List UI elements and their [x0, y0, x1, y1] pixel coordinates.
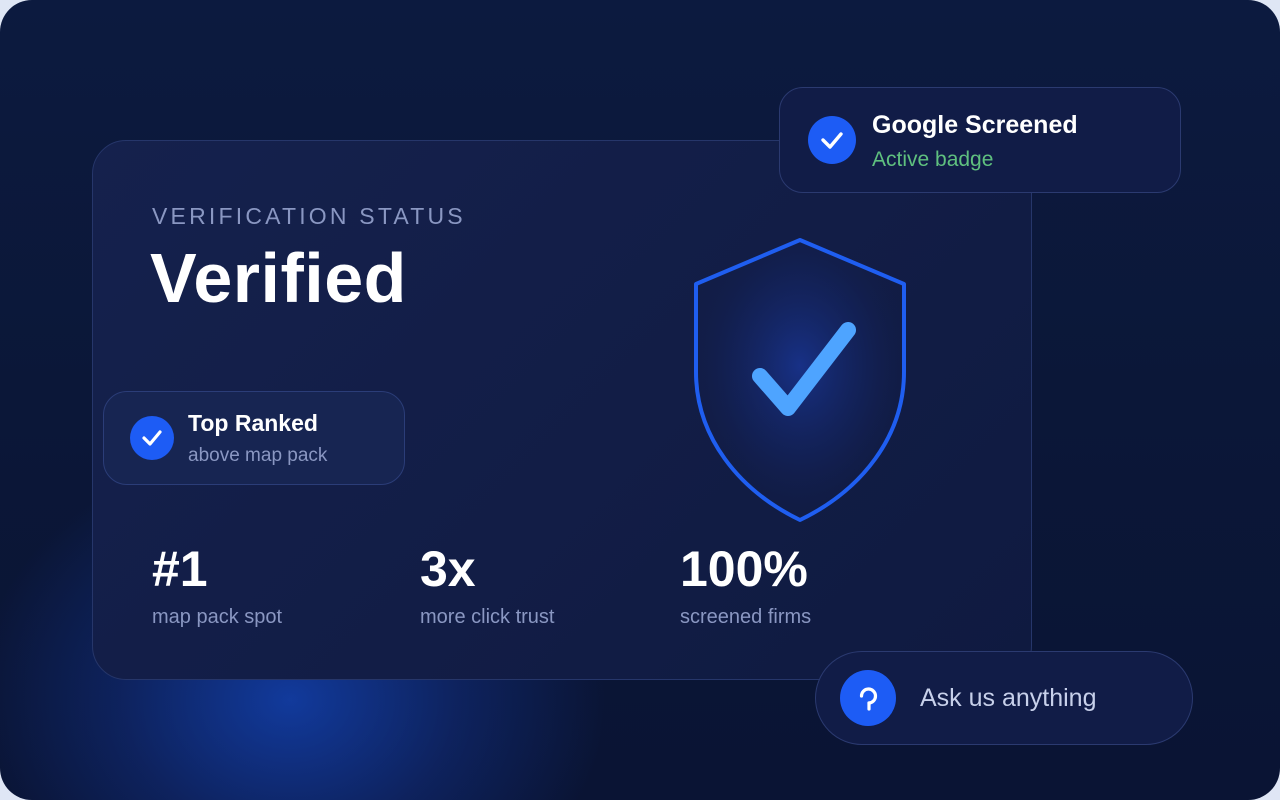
stat-click-trust-value: 3x — [420, 541, 476, 597]
stat-map-pack-value: #1 — [152, 541, 208, 597]
stat-screened-firms-value: 100% — [680, 541, 808, 597]
top-ranked-badge: Top Ranked above map pack — [103, 391, 405, 485]
shield-check-icon — [694, 238, 906, 522]
app-screen: VERIFICATION STATUS Verified Top Ranked … — [0, 0, 1280, 800]
google-screened-status: Active badge — [872, 148, 994, 171]
verification-title: Verified — [150, 239, 407, 317]
top-ranked-subtitle: above map pack — [188, 445, 328, 466]
stat-map-pack-label: map pack spot — [152, 606, 283, 628]
google-screened-badge: Google Screened Active badge — [779, 87, 1181, 193]
verification-status-label: VERIFICATION STATUS — [152, 203, 466, 229]
check-icon — [130, 416, 174, 460]
stat-click-trust-label: more click trust — [420, 606, 555, 628]
google-screened-title: Google Screened — [872, 111, 1078, 139]
ask-us-anything-button[interactable]: Ask us anything — [815, 651, 1193, 745]
ask-us-anything-label: Ask us anything — [920, 684, 1097, 712]
chat-bubble-icon — [840, 670, 896, 726]
check-icon — [808, 116, 856, 164]
top-ranked-title: Top Ranked — [188, 410, 318, 436]
stat-screened-firms-label: screened firms — [680, 606, 812, 628]
